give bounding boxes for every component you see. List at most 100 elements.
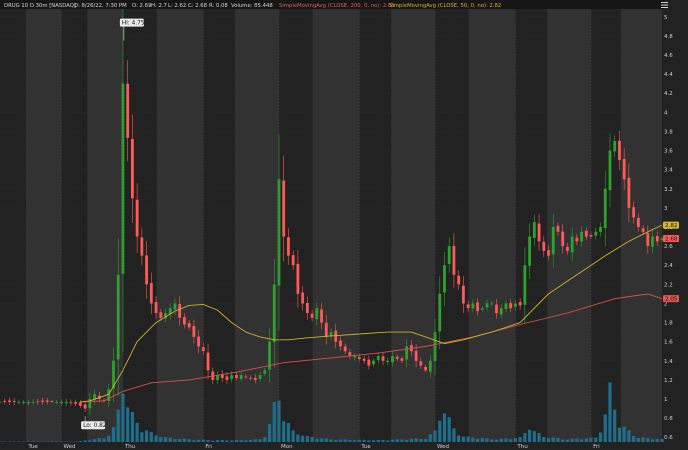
volume-bar xyxy=(371,440,376,442)
candle-body xyxy=(395,356,399,359)
candle-body xyxy=(235,375,238,378)
volume-bar xyxy=(646,438,650,442)
candle-body xyxy=(627,177,631,208)
sma50-badge-text: 2.82 xyxy=(665,223,677,229)
candle-body xyxy=(362,358,366,361)
sma50-header-label[interactable]: SimpleMovingAvg (CLOSE, 50, 0, no): 2.82 xyxy=(389,3,501,9)
candle-body xyxy=(334,330,338,342)
volume-bar xyxy=(423,439,428,442)
volume-bar xyxy=(504,438,508,442)
open-label: O: 2.69 xyxy=(132,3,151,9)
candle-body xyxy=(438,293,442,332)
candle-body xyxy=(400,358,404,361)
volume-bar xyxy=(603,414,607,442)
volume-bar xyxy=(234,440,239,442)
candle-body xyxy=(499,308,503,315)
volume-bar xyxy=(97,438,101,442)
volume-bar xyxy=(400,439,404,442)
volume-bar xyxy=(130,412,134,442)
sma200-header-label[interactable]: SimpleMovingAvg (CLOSE, 200, 0, no): 2.0… xyxy=(279,3,395,9)
candle-body xyxy=(0,401,2,403)
extended-hours-band xyxy=(391,9,436,442)
candle-body xyxy=(230,375,234,379)
candle-body xyxy=(121,83,125,274)
volume-bar xyxy=(168,437,172,442)
day-label: Thu xyxy=(516,444,527,450)
volume-bar xyxy=(26,441,30,442)
volume-bar xyxy=(230,440,234,442)
candle-body xyxy=(655,235,659,242)
candle-body xyxy=(504,303,508,309)
candle-body xyxy=(239,375,243,380)
volume-bar xyxy=(438,420,442,442)
volume-bar xyxy=(45,441,49,442)
volume-bar xyxy=(258,439,262,442)
volume-bar xyxy=(636,438,640,442)
volume-bar xyxy=(419,438,423,442)
candle-body xyxy=(381,356,385,361)
candle-body xyxy=(154,302,158,313)
volume-bar xyxy=(338,439,343,442)
close-badge: 2.68 xyxy=(663,234,679,242)
volume-bar xyxy=(494,439,499,442)
candle-body xyxy=(622,158,626,180)
price-tick-label: 4 xyxy=(664,110,668,116)
volume-bar xyxy=(551,437,555,442)
candle-body xyxy=(178,303,182,318)
candle-body xyxy=(282,180,286,237)
volume-bar xyxy=(499,438,503,442)
volume-bar xyxy=(140,432,144,442)
sma50-badge: 2.82 xyxy=(663,221,679,229)
volume-bar xyxy=(263,437,267,442)
volume-bar xyxy=(239,439,243,442)
volume-bar xyxy=(31,441,35,442)
volume-bar xyxy=(78,441,82,442)
price-tick-label: 3.2 xyxy=(664,187,673,193)
volume-bar xyxy=(173,439,177,442)
volume-bar xyxy=(7,441,12,442)
volume-bar xyxy=(211,440,215,442)
candle-body xyxy=(632,207,636,218)
volume-bar xyxy=(452,428,456,442)
candle-body xyxy=(149,283,153,304)
volume-bar xyxy=(598,432,603,442)
candle-body xyxy=(405,346,409,360)
candle-body xyxy=(305,303,309,313)
candle-body xyxy=(244,376,248,378)
candle-body xyxy=(126,83,130,138)
candle-body xyxy=(69,402,73,404)
volume-bar xyxy=(475,438,480,442)
candle-body xyxy=(159,312,163,318)
date-label: D: 8/26/22, 7:30 PM xyxy=(74,3,127,9)
volume-bar xyxy=(267,424,272,442)
volume-bar xyxy=(197,439,201,442)
volume-bar xyxy=(542,437,546,442)
candle-body xyxy=(249,377,253,379)
candle-body xyxy=(140,237,144,256)
volume-bar xyxy=(253,439,257,442)
price-tick-label: 1.2 xyxy=(664,378,673,384)
volume-bar xyxy=(0,441,2,442)
candle-body xyxy=(447,246,451,265)
candle-body xyxy=(12,400,16,402)
symbol-label[interactable]: DRUG 10 D 30m [NASDAQ] xyxy=(4,3,76,9)
volume-bar xyxy=(386,440,390,442)
volume-bar xyxy=(36,441,40,442)
volume-bar xyxy=(480,437,484,442)
candle-body xyxy=(528,236,531,266)
volume-bar xyxy=(74,441,78,442)
price-tick-label: 4.4 xyxy=(664,72,673,78)
candle-body xyxy=(471,303,475,309)
candle-body xyxy=(599,227,602,232)
volume-bar xyxy=(144,430,149,442)
menu-icon[interactable] xyxy=(661,2,668,8)
candle-body xyxy=(386,360,390,362)
volume-bar xyxy=(329,439,333,442)
volume-bar xyxy=(178,438,182,442)
day-label: Mon xyxy=(281,444,293,450)
close-label: C: 2.68 xyxy=(188,3,208,9)
candle-body xyxy=(367,359,371,366)
candle-body xyxy=(636,217,640,227)
volume-bar xyxy=(561,439,565,442)
extended-hours-band xyxy=(87,9,123,442)
